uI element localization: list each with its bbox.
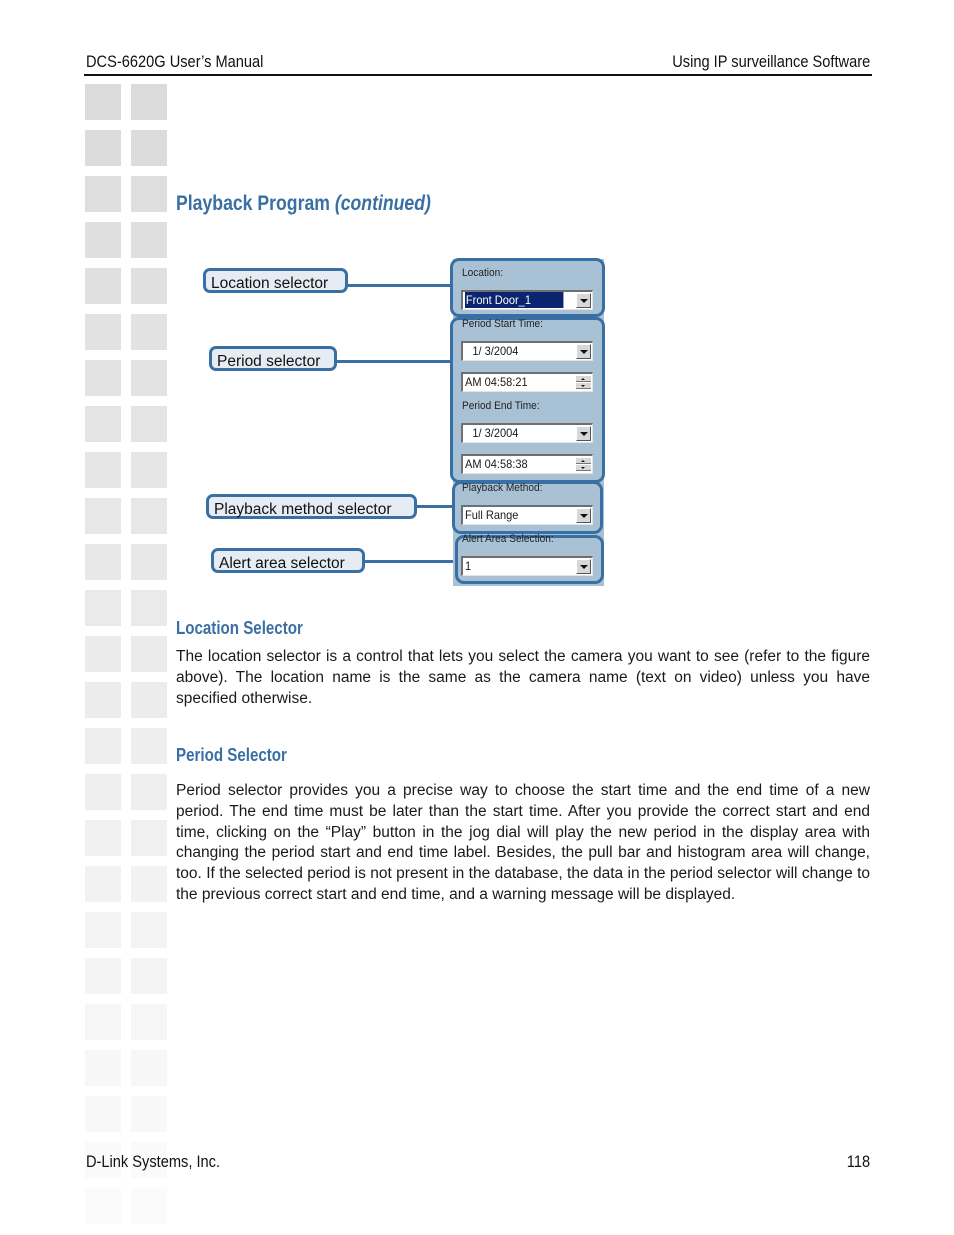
section-body-location-selector: The location selector is a control that … [176,648,870,707]
decorative-square [85,728,121,764]
alert-area-value: 1 [465,559,472,573]
decorative-square [85,314,121,350]
period-end-time-spinner[interactable]: AM 04:58:38 [461,454,593,474]
playback-method-label: Playback Method: [462,482,543,494]
decorative-square [131,268,167,304]
callout-location-selector: Location selector [203,268,348,293]
playback-method-dropdown[interactable]: Full Range [461,505,593,525]
decorative-square [131,774,167,810]
decorative-square [131,498,167,534]
decorative-square [85,958,121,994]
decorative-square [131,544,167,580]
location-label: Location: [462,267,504,279]
callout-alert-area-selector: Alert area selector [211,548,365,573]
decorative-square [131,1050,167,1086]
decorative-square [85,682,121,718]
chevron-down-icon[interactable] [576,293,591,308]
decorative-square [85,222,121,258]
decorative-square [131,1096,167,1132]
decorative-square [85,406,121,442]
decorative-square [131,636,167,672]
location-dropdown[interactable]: Front Door_1 [461,290,593,310]
callout-line-period [337,360,454,363]
decorative-square [131,912,167,948]
decorative-square [85,544,121,580]
period-end-time-value: AM 04:58:38 [465,457,528,471]
decorative-square [85,636,121,672]
decorative-square [131,314,167,350]
period-end-label: Period End Time: [462,400,540,412]
alert-area-dropdown[interactable]: 1 [461,556,593,576]
header-section-title: Using IP surveillance Software [671,52,870,71]
decorative-square [131,176,167,212]
spinner-arrows-icon[interactable] [576,457,591,472]
decorative-square [85,1004,121,1040]
decorative-square [131,1004,167,1040]
decorative-square [85,452,121,488]
decorative-square [85,84,121,120]
decorative-square [131,958,167,994]
period-start-label: Period Start Time: [462,318,544,330]
header-manual-title: DCS-6620G User’s Manual [86,52,264,71]
chevron-down-icon[interactable] [576,508,591,523]
callout-period-selector: Period selector [209,346,337,371]
decorative-square [85,820,121,856]
section-body-period-selector: Period selector provides you a precise w… [176,782,870,903]
callout-playback-method-selector: Playback method selector [206,494,417,519]
footer-page-number: 118 [846,1152,870,1171]
decorative-square [85,590,121,626]
decorative-square [131,84,167,120]
chevron-down-icon[interactable] [576,344,591,359]
decorative-square [131,1188,167,1224]
period-start-date-dropdown[interactable]: 1/ 3/2004 [461,341,593,361]
decorative-square [131,452,167,488]
playback-method-value: Full Range [465,508,519,522]
period-end-date-dropdown[interactable]: 1/ 3/2004 [461,423,593,443]
footer-company: D-Link Systems, Inc. [86,1152,221,1171]
section-heading-location-selector: Location Selector [176,618,303,638]
decorative-square [85,1096,121,1132]
decorative-square [131,590,167,626]
callout-line-location [348,284,454,287]
page-title-suffix: (continued) [334,192,431,215]
decorative-square [131,130,167,166]
period-start-date-value: 1/ 3/2004 [472,344,519,358]
decorative-square [131,682,167,718]
header-rule [84,74,872,76]
decorative-square [85,268,121,304]
decorative-square [85,360,121,396]
decorative-square [131,820,167,856]
alert-area-label: Alert Area Selection: [462,533,554,545]
period-start-time-spinner[interactable]: AM 04:58:21 [461,372,593,392]
decorative-square [85,176,121,212]
decorative-square [131,866,167,902]
decorative-square [85,1188,121,1224]
decorative-square [85,130,121,166]
decorative-square [131,406,167,442]
page-title-main: Playback Program [176,192,330,215]
chevron-down-icon[interactable] [576,426,591,441]
period-start-time-value: AM 04:58:21 [465,375,528,389]
page-title: Playback Program (continued) [176,192,431,216]
spinner-arrows-icon[interactable] [576,375,591,390]
chevron-down-icon[interactable] [576,559,591,574]
decorative-square [85,1050,121,1086]
callout-line-playback-method [417,505,454,508]
decorative-square [85,866,121,902]
decorative-square [85,498,121,534]
callout-line-alert-area [365,560,454,563]
decorative-square [85,774,121,810]
decorative-square [85,912,121,948]
decorative-square [131,360,167,396]
period-end-date-value: 1/ 3/2004 [472,426,519,440]
location-value: Front Door_1 [465,292,564,308]
decorative-square [131,728,167,764]
section-heading-period-selector: Period Selector [176,745,287,765]
decorative-square [131,222,167,258]
